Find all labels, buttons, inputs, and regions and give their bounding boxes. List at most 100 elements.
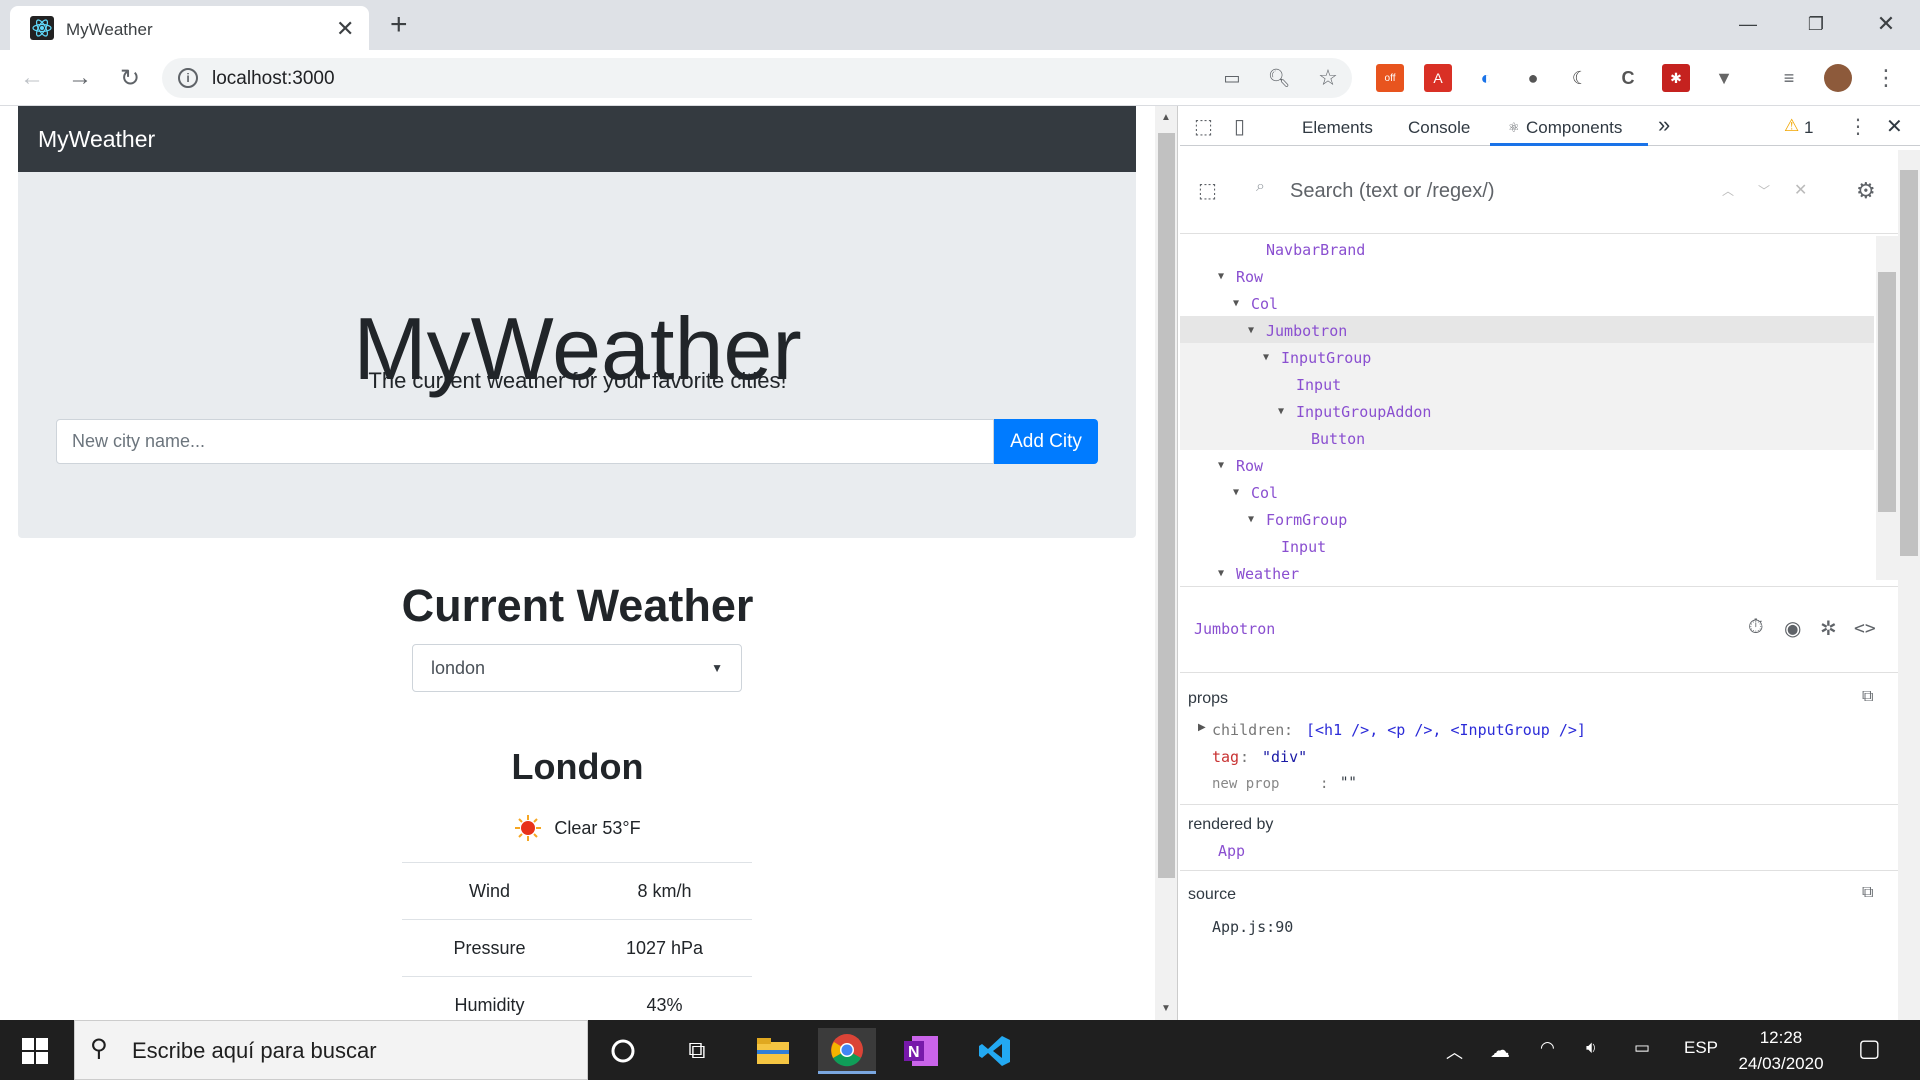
copy-source-icon[interactable]: ⧉ <box>1862 884 1873 902</box>
taskbar-search-placeholder: Escribe aquí para buscar <box>132 1038 377 1063</box>
tree-node[interactable]: ▼ InputGroup <box>1263 344 1371 371</box>
tree-node[interactable]: ▼ Weather <box>1218 560 1300 581</box>
expand-triangle-icon[interactable]: ▼ <box>1218 271 1236 282</box>
tab-elements[interactable]: Elements <box>1302 118 1373 138</box>
expand-triangle-icon[interactable]: ▼ <box>1263 352 1281 363</box>
eye-icon[interactable]: ◉ <box>1784 616 1801 641</box>
tree-node[interactable]: ▼ Col <box>1233 290 1278 317</box>
new-tab-button[interactable]: + <box>390 8 408 42</box>
tab-components[interactable]: Components <box>1526 118 1622 138</box>
expand-triangle-icon[interactable]: ▼ <box>1218 460 1236 471</box>
tree-node[interactable]: ▼ Jumbotron <box>1248 317 1347 344</box>
prop-tag-value[interactable]: "div" <box>1262 748 1307 766</box>
info-icon[interactable]: i <box>178 68 198 88</box>
tree-node[interactable]: Button <box>1293 425 1365 452</box>
timer-icon[interactable]: ⏱ <box>1748 616 1764 639</box>
back-icon[interactable]: ← <box>14 62 50 94</box>
taskbar-clock[interactable]: 12:28 24/03/2020 <box>1726 1025 1836 1077</box>
city-select[interactable]: london ▼ <box>412 644 742 692</box>
scroll-down-icon[interactable]: ▼ <box>1161 1003 1171 1014</box>
minimize-icon[interactable]: — <box>1718 4 1778 44</box>
file-explorer-icon[interactable] <box>744 1028 802 1074</box>
volume-icon[interactable]: 🔉︎ <box>1586 1038 1597 1058</box>
clear-search-icon[interactable]: ✕ <box>1794 180 1807 200</box>
tree-node[interactable]: ▼ Col <box>1233 479 1278 506</box>
tab-console[interactable]: Console <box>1408 118 1470 138</box>
bug-icon[interactable]: ✲ <box>1820 616 1837 641</box>
expand-triangle-icon[interactable]: ▼ <box>1218 568 1236 579</box>
device-toolbar-icon[interactable]: ▯ <box>1234 114 1245 139</box>
task-view-icon[interactable]: ⧉ <box>668 1028 726 1074</box>
battery-icon[interactable]: ▭ <box>1634 1038 1650 1058</box>
rendered-by-app-link[interactable]: App <box>1218 842 1245 860</box>
wifi-icon[interactable]: ◠ <box>1540 1038 1555 1058</box>
expand-triangle-icon[interactable]: ▼ <box>1233 487 1251 498</box>
cast-icon[interactable]: ▭ <box>1218 64 1246 92</box>
tree-scrollbar-thumb[interactable] <box>1878 272 1896 512</box>
page-scrollbar-thumb[interactable] <box>1158 133 1175 878</box>
vscode-icon[interactable] <box>966 1028 1024 1074</box>
windows-start-icon[interactable] <box>22 1038 48 1064</box>
scroll-up-icon[interactable]: ▲ <box>1161 112 1171 123</box>
extension-c-icon[interactable]: C <box>1614 64 1642 92</box>
browser-tab[interactable]: MyWeather ✕ <box>10 6 369 50</box>
profile-avatar[interactable] <box>1824 64 1852 92</box>
extension-tomato-icon[interactable]: ● <box>1519 64 1547 92</box>
more-tabs-icon[interactable]: » <box>1658 112 1670 138</box>
navbar-brand[interactable]: MyWeather <box>38 126 155 153</box>
new-prop-value-input[interactable]: "" <box>1340 775 1357 791</box>
zoom-icon[interactable]: 🔍︎ <box>1265 64 1293 92</box>
tree-node[interactable]: ▼ InputGroupAddon <box>1278 398 1431 425</box>
reload-icon[interactable]: ↻ <box>112 62 148 94</box>
extension-swirl-icon[interactable]: ◐ <box>1472 64 1500 92</box>
expand-triangle-icon[interactable]: ▼ <box>1248 325 1266 336</box>
new-prop-key-input[interactable]: new prop <box>1212 776 1279 792</box>
devtools-close-icon[interactable]: ✕ <box>1886 114 1903 139</box>
settings-gear-icon[interactable]: ⚙ <box>1856 178 1876 204</box>
dark-mode-icon[interactable]: ☾ <box>1566 64 1594 92</box>
components-search-input[interactable] <box>1290 178 1690 204</box>
window-close-icon[interactable]: ✕ <box>1856 4 1916 44</box>
bookmark-star-icon[interactable]: ☆ <box>1314 64 1342 92</box>
copy-props-icon[interactable]: ⧉ <box>1862 688 1873 706</box>
extension-off-icon[interactable]: off <box>1376 64 1404 92</box>
devtools-menu-icon[interactable]: ⋮ <box>1848 114 1868 139</box>
close-tab-icon[interactable]: ✕ <box>336 16 354 42</box>
tree-node[interactable]: Input <box>1263 533 1326 560</box>
media-control-icon[interactable]: ≡ <box>1775 64 1803 92</box>
pdf-extension-icon[interactable]: A <box>1424 64 1452 92</box>
source-location[interactable]: App.js:90 <box>1212 918 1293 936</box>
element-picker-icon[interactable]: ⬚ <box>1194 114 1213 139</box>
notifications-icon[interactable]: ▢ <box>1858 1034 1881 1063</box>
forward-icon[interactable]: → <box>62 62 98 94</box>
address-bar[interactable] <box>162 58 1352 98</box>
previous-result-icon[interactable]: ︿ <box>1722 182 1734 199</box>
expand-triangle-icon[interactable]: ▼ <box>1248 514 1266 525</box>
show-hidden-icons[interactable]: ︿ <box>1446 1038 1463 1063</box>
next-result-icon[interactable]: ﹀ <box>1758 182 1770 199</box>
onenote-icon[interactable]: N <box>892 1028 950 1074</box>
expand-triangle-icon[interactable]: ▼ <box>1278 406 1296 417</box>
tree-node[interactable]: NavbarBrand <box>1248 236 1365 263</box>
tree-node[interactable]: ▼ FormGroup <box>1248 506 1347 533</box>
view-source-icon[interactable]: <> <box>1854 618 1876 639</box>
new-city-input[interactable] <box>56 419 994 464</box>
warning-icon[interactable]: ⚠ <box>1784 116 1799 136</box>
devtools-scrollbar-thumb[interactable] <box>1900 170 1918 556</box>
select-element-icon[interactable]: ⬚ <box>1198 178 1217 203</box>
extension-red-icon[interactable]: ✱ <box>1662 64 1690 92</box>
onedrive-icon[interactable]: ☁ <box>1490 1038 1510 1063</box>
cortana-icon[interactable] <box>594 1028 652 1074</box>
restore-icon[interactable]: ❐ <box>1786 4 1846 44</box>
expand-triangle-icon[interactable]: ▶ <box>1198 722 1206 733</box>
tree-node[interactable]: ▼ Row <box>1218 452 1263 479</box>
chrome-taskbar-icon[interactable] <box>818 1028 876 1074</box>
tree-node-label: Weather <box>1236 564 1300 581</box>
language-indicator[interactable]: ESP <box>1684 1038 1718 1058</box>
browser-menu-icon[interactable]: ⋮ <box>1872 64 1900 92</box>
add-city-button[interactable]: Add City <box>994 419 1098 464</box>
vue-devtools-icon[interactable]: ▼ <box>1710 64 1738 92</box>
expand-triangle-icon[interactable]: ▼ <box>1233 298 1251 309</box>
tree-node[interactable]: Input <box>1278 371 1341 398</box>
tree-node[interactable]: ▼ Row <box>1218 263 1263 290</box>
